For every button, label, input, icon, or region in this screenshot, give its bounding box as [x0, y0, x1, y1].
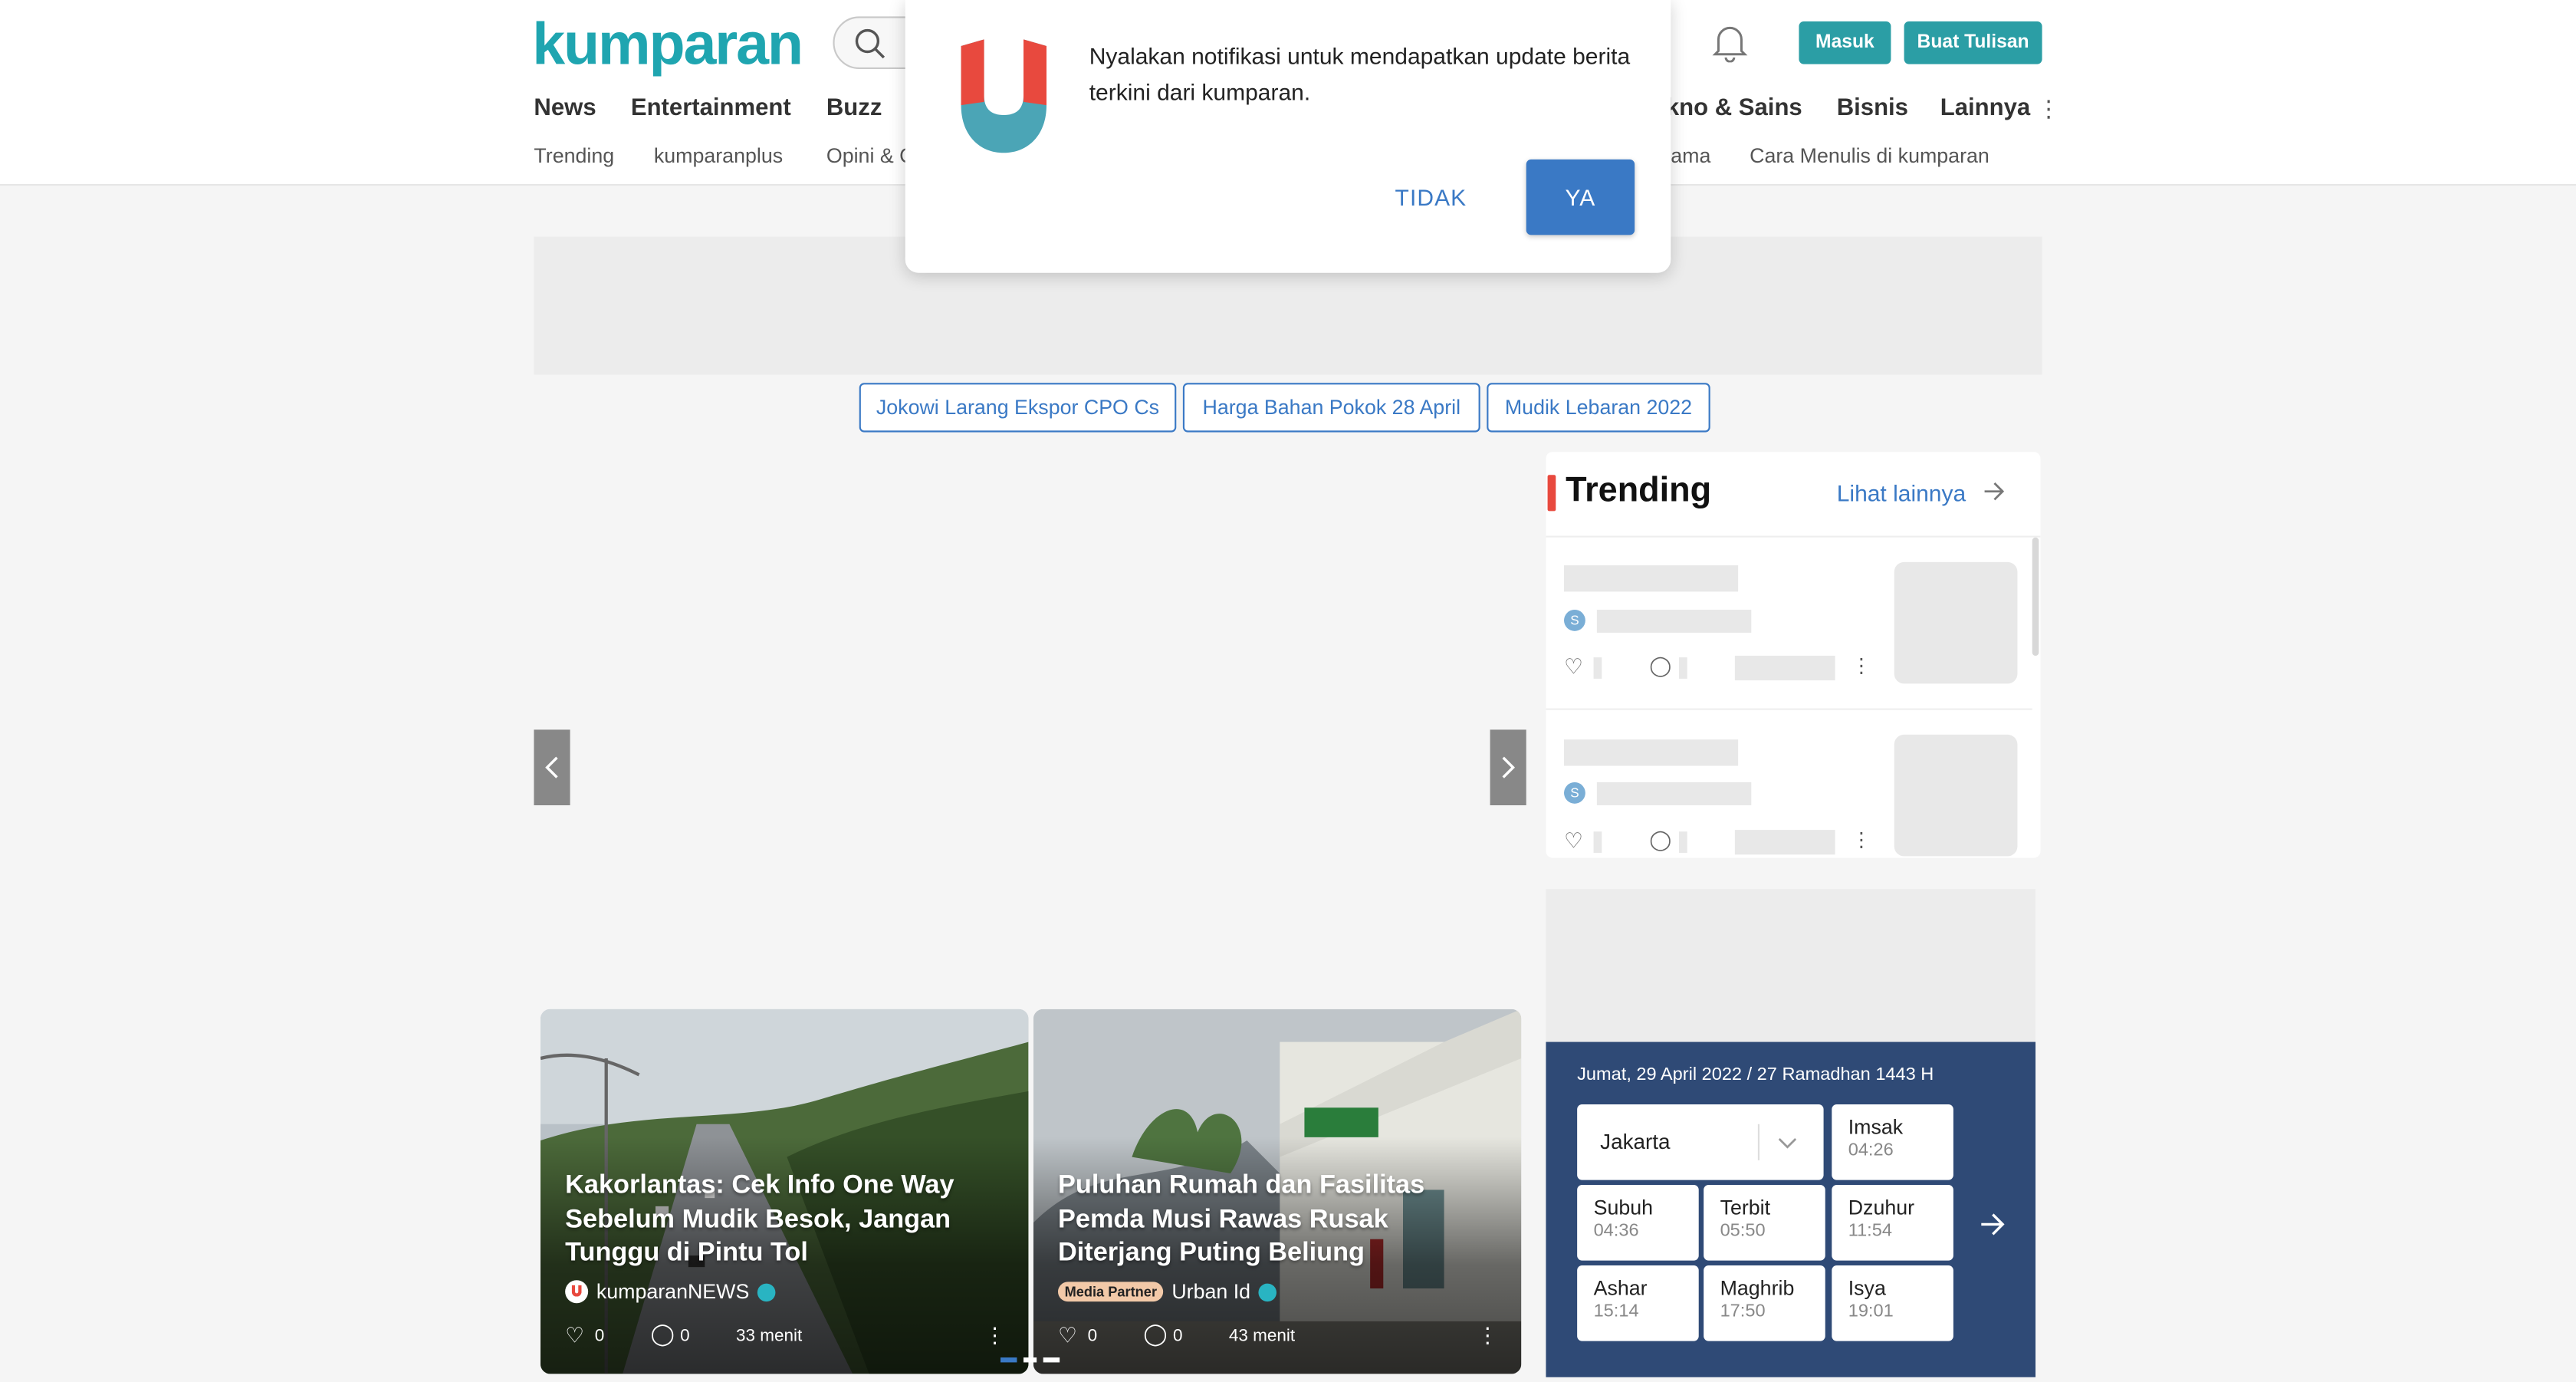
news-card[interactable]: Puluhan Rumah dan Fasilitas Pemda Musi R…: [1033, 1009, 1522, 1374]
carousel-dot[interactable]: [1043, 1357, 1060, 1363]
comment-count: 0: [680, 1326, 690, 1347]
skeleton-count: [1593, 657, 1602, 679]
subnav-agama[interactable]: ama: [1671, 145, 1710, 168]
kumparan-avatar-icon: [565, 1280, 589, 1304]
subnav-kumparanplus[interactable]: kumparanplus: [654, 145, 783, 168]
divider: [1757, 1124, 1760, 1160]
notification-prompt: Nyalakan notifikasi untuk mendapatkan up…: [905, 0, 1671, 273]
prayer-times-widget: Jumat, 29 April 2022 / 27 Ramadhan 1443 …: [1546, 1041, 2036, 1377]
nav-tekno-sains[interactable]: kno & Sains: [1666, 95, 1802, 121]
skeleton-source: [1596, 610, 1752, 633]
skeleton-title: [1564, 565, 1739, 592]
prayer-time-maghrib: Maghrib 17:50: [1704, 1265, 1825, 1341]
accept-button[interactable]: YA: [1526, 159, 1635, 235]
skeleton-title: [1564, 739, 1739, 766]
heart-icon[interactable]: ♡: [565, 1323, 584, 1349]
skeleton-thumbnail: [1894, 734, 2018, 857]
scrollbar[interactable]: [2032, 537, 2039, 656]
published-time: 43 menit: [1228, 1326, 1296, 1347]
comment-count: 0: [1173, 1326, 1183, 1347]
subnav-opini[interactable]: Opini & C: [826, 145, 915, 168]
nav-bisnis[interactable]: Bisnis: [1837, 95, 1908, 121]
subnav-cara-menulis[interactable]: Cara Menulis di kumparan: [1750, 145, 1990, 168]
prayer-date: Jumat, 29 April 2022 / 27 Ramadhan 1443 …: [1577, 1064, 1934, 1085]
nav-lainnya[interactable]: Lainnya: [1940, 95, 2030, 121]
more-vertical-icon[interactable]: ⋮: [1852, 828, 1871, 851]
more-vertical-icon[interactable]: ⋮: [1852, 654, 1871, 677]
chevron-left-icon: [545, 756, 558, 778]
divider: [1546, 535, 2041, 538]
card-title[interactable]: Puluhan Rumah dan Fasilitas Pemda Musi R…: [1058, 1170, 1469, 1272]
notification-message: Nyalakan notifikasi untuk mendapatkan up…: [1089, 42, 1631, 106]
login-button[interactable]: Masuk: [1799, 21, 1891, 64]
kumparan-u-logo-icon: [961, 39, 1047, 153]
heart-icon[interactable]: ♡: [1058, 1323, 1077, 1349]
prayer-time-ashar: Ashar 15:14: [1577, 1265, 1699, 1341]
topic-chip[interactable]: Jokowi Larang Ekspor CPO Cs: [859, 383, 1177, 433]
arrow-right-icon[interactable]: [1980, 1213, 2006, 1236]
comment-icon[interactable]: ◯: [1649, 654, 1671, 677]
chevron-down-icon: [1778, 1138, 1797, 1149]
comment-icon[interactable]: ◯: [1143, 1321, 1167, 1347]
city-select-value: Jakarta: [1600, 1129, 1671, 1154]
trending-title: Trending: [1566, 472, 1712, 510]
verified-icon: [757, 1282, 776, 1301]
carousel-dot-active[interactable]: [1001, 1357, 1017, 1363]
comment-icon[interactable]: ◯: [651, 1321, 675, 1347]
more-vertical-icon[interactable]: ⋮: [2037, 95, 2060, 123]
prayer-time-subuh: Subuh 04:36: [1577, 1185, 1699, 1261]
like-count: 0: [594, 1326, 605, 1347]
more-vertical-icon[interactable]: ⋮: [1477, 1323, 1498, 1349]
subnav-trending[interactable]: Trending: [534, 145, 614, 168]
skeleton-count: [1679, 831, 1687, 854]
bell-icon[interactable]: [1712, 23, 1748, 63]
chevron-right-icon: [1502, 756, 1515, 778]
heart-icon[interactable]: ♡: [1564, 828, 1583, 854]
comment-icon[interactable]: ◯: [1649, 828, 1671, 851]
skeleton-count: [1679, 657, 1687, 679]
card-source-name[interactable]: Urban Id: [1171, 1280, 1250, 1303]
like-count: 0: [1087, 1326, 1098, 1347]
source-avatar-icon: S: [1564, 782, 1585, 804]
arrow-right-icon: [1983, 482, 2004, 501]
news-card[interactable]: Kakorlantas: Cek Info One Way Sebelum Mu…: [540, 1009, 1029, 1374]
carousel-dot[interactable]: [1024, 1357, 1037, 1363]
topic-chip[interactable]: Mudik Lebaran 2022: [1487, 383, 1710, 433]
nav-entertainment[interactable]: Entertainment: [631, 95, 791, 121]
search-icon: [855, 28, 886, 59]
nav-buzz[interactable]: Buzz: [826, 95, 882, 121]
decline-button[interactable]: TIDAK: [1368, 160, 1493, 235]
trending-accent-bar: [1547, 475, 1556, 512]
topic-chip[interactable]: Harga Bahan Pokok 28 April: [1182, 383, 1480, 433]
heart-icon[interactable]: ♡: [1564, 654, 1583, 680]
kumparan-logo[interactable]: kumparan: [532, 10, 803, 79]
prayer-time-terbit: Terbit 05:50: [1704, 1185, 1825, 1261]
card-source: kumparanNEWS: [565, 1280, 776, 1304]
media-partner-badge: Media Partner: [1058, 1282, 1164, 1302]
carousel-prev-button[interactable]: [534, 729, 570, 806]
skeleton-count: [1593, 831, 1602, 854]
prayer-time-imsak: Imsak 04:26: [1832, 1104, 1953, 1180]
card-source-name[interactable]: kumparanNEWS: [596, 1280, 749, 1303]
sidebar-ad: [1546, 889, 2036, 1042]
skeleton-time: [1734, 830, 1835, 855]
source-avatar-icon: S: [1564, 610, 1585, 631]
skeleton-thumbnail: [1894, 561, 2018, 684]
card-source: Media Partner Urban Id: [1058, 1280, 1277, 1303]
more-vertical-icon[interactable]: ⋮: [984, 1323, 1006, 1349]
skeleton-source: [1596, 782, 1752, 806]
published-time: 33 menit: [736, 1326, 803, 1347]
divider: [1546, 708, 2032, 710]
carousel-next-button[interactable]: [1490, 729, 1526, 806]
see-more-link[interactable]: Lihat lainnya: [1837, 480, 2006, 506]
city-select[interactable]: Jakarta: [1577, 1104, 1824, 1180]
prayer-time-dzuhur: Dzuhur 11:54: [1832, 1185, 1953, 1261]
verified-icon: [1258, 1282, 1277, 1301]
nav-news[interactable]: News: [534, 95, 596, 121]
skeleton-time: [1734, 656, 1835, 681]
prayer-time-isya: Isya 19:01: [1832, 1265, 1953, 1341]
write-article-button[interactable]: Buat Tulisan: [1904, 21, 2042, 64]
card-title[interactable]: Kakorlantas: Cek Info One Way Sebelum Mu…: [565, 1170, 976, 1272]
trending-panel: Trending Lihat lainnya S ♡ ◯ ⋮ S ♡ ◯ ⋮: [1546, 452, 2041, 858]
